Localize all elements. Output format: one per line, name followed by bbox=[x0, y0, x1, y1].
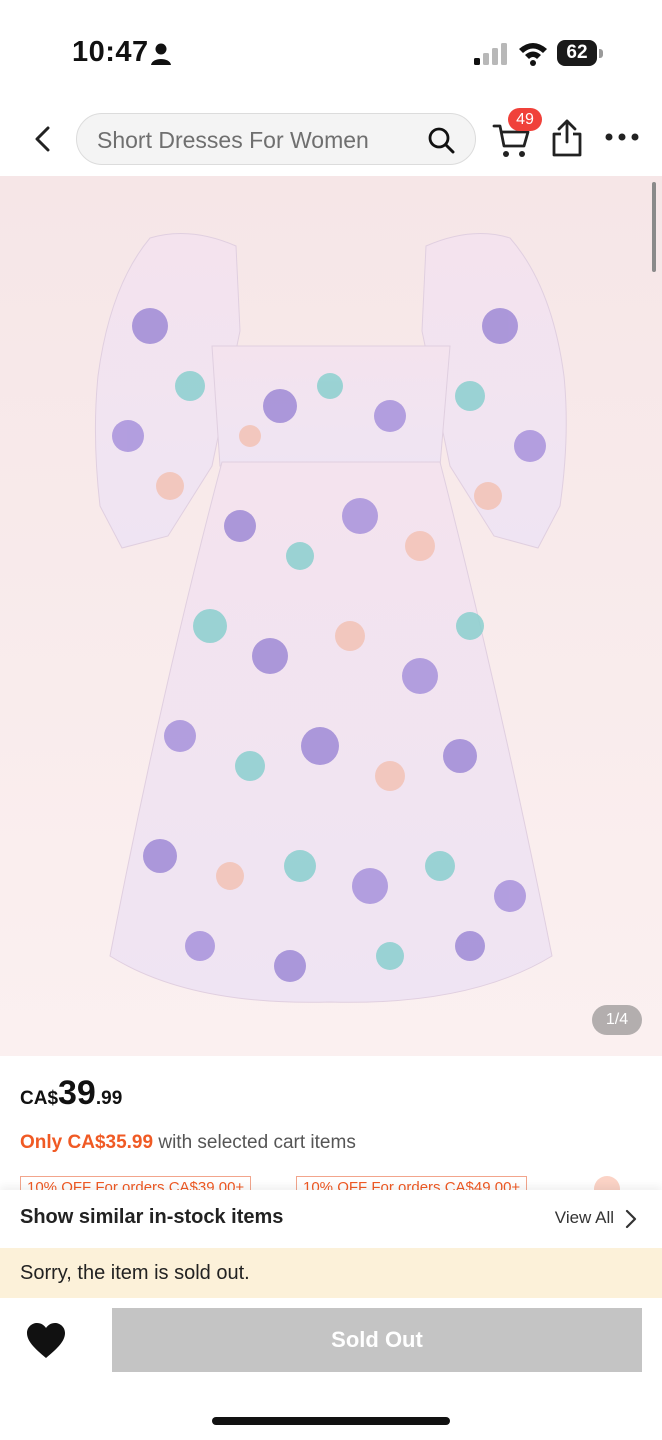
similar-items-bar[interactable]: Show similar in-stock items View All bbox=[0, 1190, 662, 1248]
product-image-gallery[interactable]: 1/4 bbox=[0, 176, 662, 1056]
price-cents: .99 bbox=[95, 1088, 123, 1109]
search-input[interactable]: Short Dresses For Women bbox=[76, 113, 476, 165]
price: CA$39.99 bbox=[20, 1074, 122, 1118]
coupon-list: 10% OFF For orders CA$39.00+ 10% OFF For… bbox=[20, 1176, 662, 1190]
coupon-more-icon[interactable] bbox=[594, 1176, 620, 1190]
cart-count-badge: 49 bbox=[508, 108, 542, 131]
battery-icon: 62 bbox=[557, 40, 603, 66]
battery-tip bbox=[599, 49, 603, 58]
search-icon[interactable] bbox=[427, 126, 455, 154]
status-bar: 10:47 62 bbox=[0, 0, 662, 100]
promo-price: Only CA$35.99 bbox=[20, 1132, 154, 1153]
coupon-tag[interactable]: 10% OFF For orders CA$49.00+ bbox=[296, 1176, 528, 1190]
home-indicator[interactable] bbox=[212, 1417, 450, 1425]
heart-icon[interactable] bbox=[26, 1322, 66, 1360]
product-image bbox=[94, 233, 567, 1003]
similar-items-title: Show similar in-stock items bbox=[20, 1206, 284, 1228]
promo-description: with selected cart items bbox=[153, 1132, 356, 1153]
price-whole: 39 bbox=[58, 1074, 96, 1112]
status-time: 10:47 bbox=[72, 36, 149, 68]
person-icon bbox=[151, 43, 171, 65]
sold-out-button[interactable]: Sold Out bbox=[112, 1308, 642, 1372]
cart-promo-text: Only CA$35.99 with selected cart items bbox=[20, 1132, 356, 1154]
battery-level: 62 bbox=[557, 40, 597, 66]
back-icon[interactable] bbox=[24, 120, 62, 158]
price-currency: CA$ bbox=[20, 1088, 59, 1109]
sold-out-message: Sorry, the item is sold out. bbox=[20, 1262, 250, 1284]
top-nav: Short Dresses For Women 49 bbox=[0, 100, 662, 176]
signal-icon bbox=[474, 43, 507, 65]
search-query-text: Short Dresses For Women bbox=[97, 127, 369, 153]
coupon-tag[interactable]: 10% OFF For orders CA$39.00+ bbox=[20, 1176, 252, 1190]
more-icon[interactable] bbox=[604, 128, 640, 146]
sold-out-notice: Sorry, the item is sold out. bbox=[0, 1248, 662, 1298]
chevron-right-icon[interactable] bbox=[624, 1208, 638, 1230]
scrollbar[interactable] bbox=[652, 182, 656, 272]
share-icon[interactable] bbox=[550, 118, 584, 158]
wifi-icon bbox=[519, 43, 547, 66]
view-all-link[interactable]: View All bbox=[555, 1208, 614, 1228]
image-page-indicator: 1/4 bbox=[592, 1005, 642, 1035]
